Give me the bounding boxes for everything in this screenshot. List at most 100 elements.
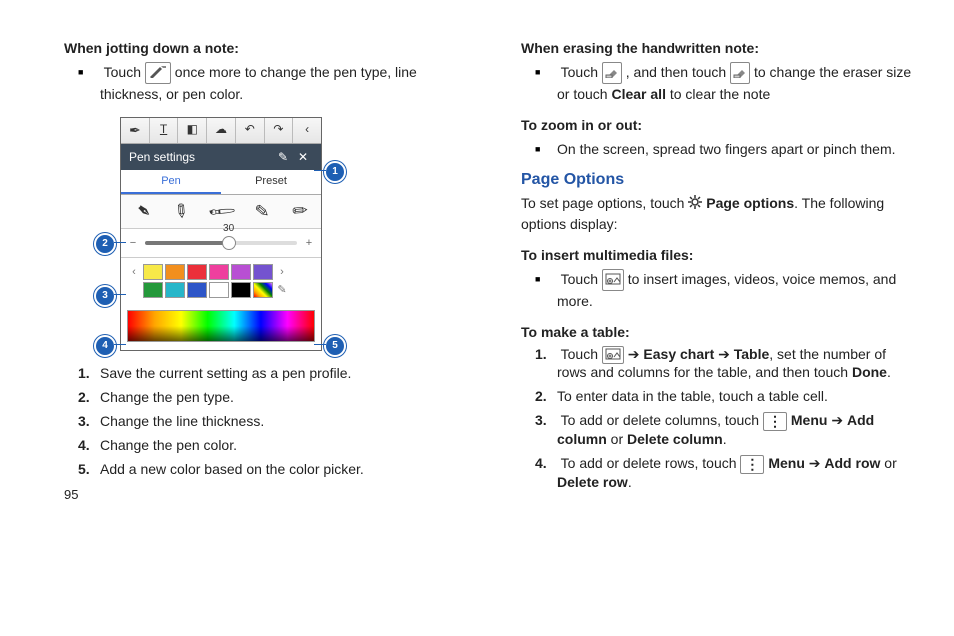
text: Touch (104, 64, 145, 80)
figure-legend-list: 1.Save the current setting as a pen prof… (40, 365, 457, 477)
text: Save the current setting as a pen profil… (100, 365, 351, 381)
toolbar-eraser-icon[interactable]: ◧ (178, 118, 207, 143)
swatch[interactable] (143, 282, 163, 298)
menu-icon: ⋮ (763, 412, 787, 431)
swatch[interactable] (231, 264, 251, 280)
arrow: ➔ (805, 455, 825, 471)
text: To enter data in the table, touch a tabl… (557, 388, 828, 404)
jotting-bullet: Touch once more to change the pen type, … (100, 62, 457, 105)
swatch-prev-icon[interactable]: ‹ (127, 266, 141, 278)
swatch[interactable] (187, 264, 207, 280)
arrow: ➔ (827, 412, 847, 428)
heading-jotting: When jotting down a note: (64, 40, 457, 56)
heading-make-table: To make a table: (521, 324, 914, 340)
toolbar-undo-icon[interactable]: ↶ (236, 118, 265, 143)
swatch[interactable] (209, 264, 229, 280)
save-profile-icon[interactable]: ✎ (273, 150, 293, 164)
insert-list: Touch to insert images, videos, voice me… (497, 269, 914, 312)
table-step: 1. Touch ➔ Easy chart ➔ Table, set the n… (557, 346, 914, 380)
text: . (723, 431, 727, 447)
close-icon[interactable]: ✕ (293, 150, 313, 164)
pen-settings-panel: ✒ T ◧ ☁ ↶ ↷ ‹ Pen settings ✎ ✕ Pen Prese… (120, 117, 322, 351)
callout-2: 2 (94, 233, 116, 255)
tab-preset[interactable]: Preset (221, 170, 321, 194)
panel-tabs: Pen Preset (121, 170, 321, 195)
eyedropper-icon[interactable]: ✎ (275, 283, 289, 296)
swatch[interactable] (231, 282, 251, 298)
toolbar-collapse-icon[interactable]: ‹ (293, 118, 321, 143)
jotting-bullet-list: Touch once more to change the pen type, … (40, 62, 457, 105)
page-options-para: To set page options, touch Page options.… (521, 193, 914, 235)
insert-bullet: Touch to insert images, videos, voice me… (557, 269, 914, 312)
done-label: Done (852, 364, 887, 380)
text: Change the line thickness. (100, 413, 264, 429)
insert-media-icon (602, 346, 624, 364)
text: Add a new color based on the color picke… (100, 461, 364, 477)
text: or (880, 455, 896, 471)
text: . (628, 474, 632, 490)
delete-row-label: Delete row (557, 474, 628, 490)
slider-track[interactable]: 30 (145, 241, 297, 245)
swatch[interactable] (143, 264, 163, 280)
tab-pen[interactable]: Pen (121, 170, 221, 194)
color-picker-gradient[interactable] (127, 310, 315, 342)
pen-type-highlighter-icon[interactable]: ✐ (286, 198, 311, 224)
slider-value: 30 (223, 223, 234, 234)
slider-thumb[interactable] (222, 236, 236, 250)
arrow: ➔ (714, 346, 734, 362)
menu-icon: ⋮ (740, 455, 764, 474)
swatch[interactable] (165, 282, 185, 298)
heading-zoom: To zoom in or out: (521, 117, 914, 133)
text: Touch (561, 64, 602, 80)
text: To set page options, touch (521, 195, 688, 211)
page-options-label: Page options (706, 195, 794, 211)
pen-type-pencil-icon[interactable]: ✎ (168, 198, 193, 224)
toolbar-text-icon[interactable]: T (150, 118, 179, 143)
swatch[interactable] (187, 282, 207, 298)
toolbar-cloud-icon[interactable]: ☁ (207, 118, 236, 143)
swatch[interactable] (253, 264, 273, 280)
menu-label: Menu (768, 455, 805, 471)
heading-erasing: When erasing the handwritten note: (521, 40, 914, 56)
text: To add or delete rows, touch (561, 455, 741, 471)
erase-bullet: Touch , and then touch to change the era… (557, 62, 914, 105)
thickness-slider[interactable]: − 30 + (121, 229, 321, 258)
add-row-label: Add row (824, 455, 880, 471)
swatch[interactable] (209, 282, 229, 298)
pen-settings-figure: ✒ T ◧ ☁ ↶ ↷ ‹ Pen settings ✎ ✕ Pen Prese… (100, 117, 340, 351)
callout-1: 1 (324, 161, 346, 183)
panel-top-toolbar: ✒ T ◧ ☁ ↶ ↷ ‹ (121, 118, 321, 144)
text: Touch (561, 271, 602, 287)
pen-type-row: ✒ ✎ 🖌 ✏ ✐ (121, 195, 321, 229)
easy-chart-label: Easy chart (643, 346, 714, 362)
table-step: 4. To add or delete rows, touch ⋮ Menu ➔… (557, 455, 914, 490)
menu-label: Menu (791, 412, 828, 428)
section-page-options: Page Options (521, 171, 914, 189)
pen-type-marker-icon[interactable]: ✏ (249, 198, 274, 224)
text: , and then touch (626, 64, 730, 80)
zoom-bullet: On the screen, spread two fingers apart … (557, 139, 914, 159)
slider-minus-icon[interactable]: − (127, 237, 139, 249)
erase-list: Touch , and then touch to change the era… (497, 62, 914, 105)
swatch-rainbow[interactable] (253, 282, 273, 298)
eraser-icon (602, 62, 622, 84)
slider-plus-icon[interactable]: + (303, 237, 315, 249)
toolbar-pen-icon[interactable]: ✒ (121, 118, 150, 143)
text: or (607, 431, 627, 447)
color-swatches: ‹ › ‹ ✎ (121, 258, 321, 306)
text: ➔ (628, 346, 644, 362)
pen-type-fountain-icon[interactable]: ✒ (131, 198, 156, 224)
callout-4: 4 (94, 335, 116, 357)
table-step: 3. To add or delete columns, touch ⋮ Men… (557, 412, 914, 447)
swatch[interactable] (165, 264, 185, 280)
right-column: When erasing the handwritten note: Touch… (497, 30, 914, 502)
insert-media-icon (602, 269, 624, 291)
clear-all-label: Clear all (611, 86, 665, 102)
swatch-next-icon[interactable]: › (275, 266, 289, 278)
callout-5: 5 (324, 335, 346, 357)
table-step: 2.To enter data in the table, touch a ta… (557, 388, 914, 404)
page-number: 95 (64, 487, 457, 502)
toolbar-redo-icon[interactable]: ↷ (265, 118, 294, 143)
left-column: When jotting down a note: Touch once mor… (40, 30, 457, 502)
legend-item: 4.Change the pen color. (100, 437, 457, 453)
